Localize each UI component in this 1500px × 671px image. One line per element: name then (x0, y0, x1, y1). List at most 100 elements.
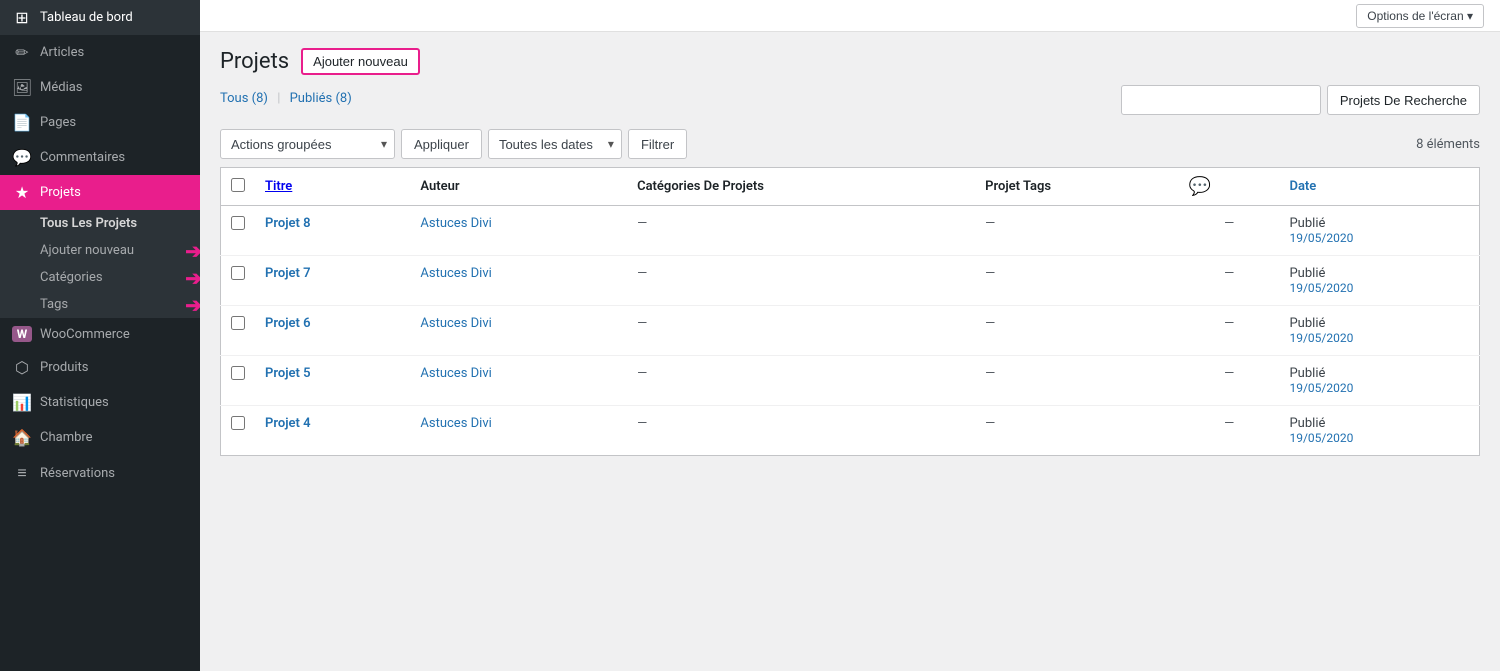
row-date-cell: Publié 19/05/2020 (1279, 356, 1479, 406)
grouped-actions-select[interactable]: Actions groupées Modifier Placer dans la… (220, 129, 395, 159)
project-title-link[interactable]: Projet 6 (265, 316, 311, 331)
row-checkbox[interactable] (231, 266, 245, 280)
date-status: Publié (1289, 316, 1469, 331)
row-tags-cell: — (975, 356, 1179, 406)
row-checkbox[interactable] (231, 216, 245, 230)
row-comment-cell: — (1179, 206, 1280, 256)
sidebar-item-label: Projets (40, 185, 81, 200)
comment-col-icon: 💬 (1189, 176, 1211, 197)
row-checkbox[interactable] (231, 366, 245, 380)
screen-options-button[interactable]: Options de l'écran ▾ (1356, 4, 1484, 28)
sidebar-item-label: Tableau de bord (40, 10, 133, 25)
select-all-checkbox[interactable] (231, 178, 245, 192)
date-link[interactable]: 19/05/2020 (1289, 331, 1469, 345)
sidebar-item-produits[interactable]: ⬡ Produits (0, 350, 200, 385)
tags-value: — (985, 366, 995, 381)
sidebar-item-pages[interactable]: 📄 Pages (0, 105, 200, 140)
submenu-categories[interactable]: Catégories ➔ (0, 264, 200, 291)
sidebar-item-reservations[interactable]: ≡ Réservations (0, 455, 200, 491)
project-title-link[interactable]: Projet 8 (265, 216, 311, 231)
pages-icon: 📄 (12, 113, 32, 132)
submenu-ajouter-label: Ajouter nouveau (40, 243, 134, 258)
row-tags-cell: — (975, 256, 1179, 306)
row-title-cell: Projet 8 (255, 206, 410, 256)
filter-separator: | (277, 91, 280, 106)
row-title-cell: Projet 6 (255, 306, 410, 356)
sidebar-item-commentaires[interactable]: 💬 Commentaires (0, 140, 200, 175)
filter-links: Tous (8) | Publiés (8) (220, 91, 352, 106)
reservations-icon: ≡ (12, 463, 32, 483)
sidebar-item-projets[interactable]: ★ Projets ◀ (0, 175, 200, 210)
row-date-cell: Publié 19/05/2020 (1279, 406, 1479, 456)
tags-value: — (985, 266, 995, 281)
sort-titre-link[interactable]: Titre (265, 179, 292, 194)
sidebar-item-statistiques[interactable]: 📊 Statistiques (0, 385, 200, 420)
comment-value: — (1224, 216, 1234, 231)
table-body: Projet 8 Astuces Divi — — — Publié 19/05… (221, 206, 1480, 456)
filter-published-link[interactable]: Publiés (8) (290, 91, 352, 106)
project-title-link[interactable]: Projet 5 (265, 366, 311, 381)
apply-button[interactable]: Appliquer (401, 129, 482, 159)
categories-value: — (637, 216, 647, 231)
sort-date-link[interactable]: Date (1289, 179, 1316, 194)
grouped-actions-wrapper: Actions groupées Modifier Placer dans la… (220, 129, 395, 159)
row-title-cell: Projet 7 (255, 256, 410, 306)
categories-value: — (637, 366, 647, 381)
tags-value: — (985, 316, 995, 331)
projects-table: Titre Auteur Catégories De Projets Proje… (220, 167, 1480, 456)
row-categories-cell: — (627, 356, 975, 406)
date-link[interactable]: 19/05/2020 (1289, 231, 1469, 245)
sidebar-item-woocommerce[interactable]: W WooCommerce (0, 318, 200, 350)
actions-row: Actions groupées Modifier Placer dans la… (220, 129, 1480, 159)
row-checkbox[interactable] (231, 316, 245, 330)
table-row: Projet 8 Astuces Divi — — — Publié 19/05… (221, 206, 1480, 256)
search-button[interactable]: Projets De Recherche (1327, 85, 1480, 115)
projets-icon: ★ (12, 183, 32, 202)
date-status: Publié (1289, 266, 1469, 281)
row-checkbox[interactable] (231, 416, 245, 430)
sidebar-item-label: Articles (40, 45, 84, 60)
row-comment-cell: — (1179, 406, 1280, 456)
categories-value: — (637, 416, 647, 431)
search-input[interactable] (1121, 85, 1321, 115)
submenu-tous-les-projets[interactable]: Tous Les Projets (0, 210, 200, 237)
row-author-cell: Astuces Divi (410, 406, 627, 456)
sidebar-item-label: WooCommerce (40, 327, 130, 342)
project-title-link[interactable]: Projet 7 (265, 266, 311, 281)
row-tags-cell: — (975, 306, 1179, 356)
row-categories-cell: — (627, 256, 975, 306)
date-link[interactable]: 19/05/2020 (1289, 431, 1469, 445)
row-comment-cell: — (1179, 256, 1280, 306)
project-title-link[interactable]: Projet 4 (265, 416, 311, 431)
date-link[interactable]: 19/05/2020 (1289, 281, 1469, 295)
author-link[interactable]: Astuces Divi (420, 416, 491, 431)
page-title: Projets (220, 49, 289, 74)
row-comment-cell: — (1179, 306, 1280, 356)
author-link[interactable]: Astuces Divi (420, 366, 491, 381)
submenu-title-label: Tous Les Projets (40, 216, 137, 231)
row-author-cell: Astuces Divi (410, 206, 627, 256)
filter-all-link[interactable]: Tous (8) (220, 91, 271, 106)
sidebar-item-tableau-de-bord[interactable]: ⊞ Tableau de bord (0, 0, 200, 35)
categories-arrow-icon: ➔ (185, 266, 200, 290)
th-date: Date (1279, 168, 1479, 206)
sidebar-item-articles[interactable]: ✏ Articles (0, 35, 200, 70)
author-link[interactable]: Astuces Divi (420, 316, 491, 331)
sidebar-item-chambre[interactable]: 🏠 Chambre (0, 420, 200, 455)
author-link[interactable]: Astuces Divi (420, 266, 491, 281)
row-tags-cell: — (975, 406, 1179, 456)
date-status: Publié (1289, 416, 1469, 431)
sidebar-item-medias[interactable]: 🖼 Médias (0, 70, 200, 105)
row-tags-cell: — (975, 206, 1179, 256)
submenu-ajouter-nouveau[interactable]: Ajouter nouveau ➔ (0, 237, 200, 264)
add-new-button[interactable]: Ajouter nouveau (301, 48, 420, 75)
date-link[interactable]: 19/05/2020 (1289, 381, 1469, 395)
top-bar: Options de l'écran ▾ (200, 0, 1500, 32)
dates-select[interactable]: Toutes les dates Mai 2020 (488, 129, 622, 159)
commentaires-icon: 💬 (12, 148, 32, 167)
comment-value: — (1224, 366, 1234, 381)
filter-button[interactable]: Filtrer (628, 129, 687, 159)
row-author-cell: Astuces Divi (410, 356, 627, 406)
author-link[interactable]: Astuces Divi (420, 216, 491, 231)
submenu-tags[interactable]: Tags ➔ (0, 291, 200, 318)
